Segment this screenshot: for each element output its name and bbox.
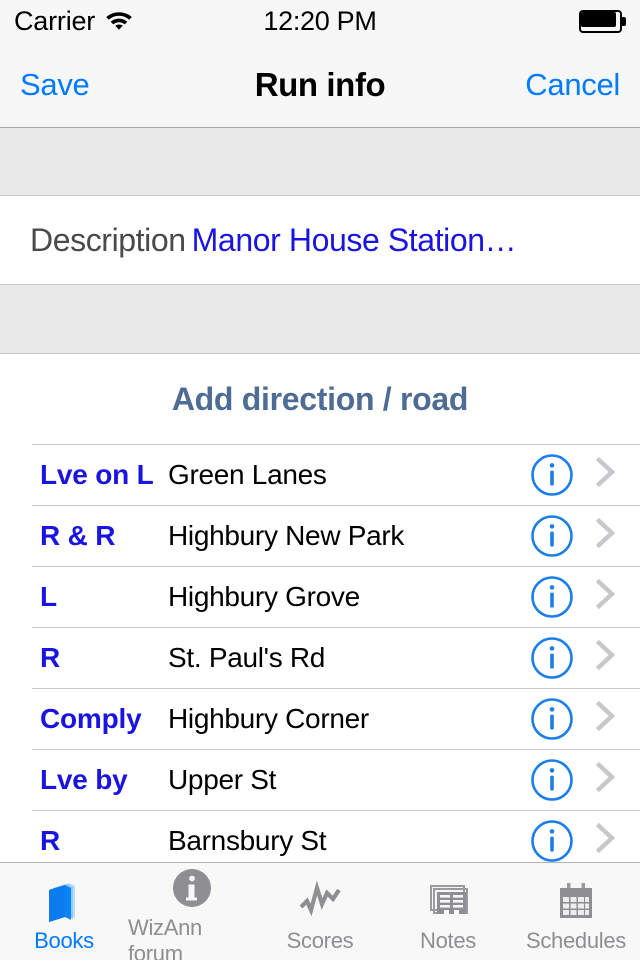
info-circle-icon[interactable] [530, 636, 574, 680]
cancel-button[interactable]: Cancel [525, 67, 620, 103]
tab-scores[interactable]: Scores [256, 863, 384, 960]
table-row[interactable]: R & R Highbury New Park [0, 505, 640, 566]
row-road-name: Green Lanes [168, 458, 327, 490]
chevron-right-icon[interactable] [588, 455, 622, 494]
info-circle-icon[interactable] [530, 453, 574, 497]
row-direction: R [40, 824, 61, 856]
status-bar: Carrier 12:20 PM [0, 0, 640, 42]
info-circle-icon[interactable] [530, 514, 574, 558]
tab-schedules[interactable]: Schedules [512, 863, 640, 960]
table-row[interactable]: Lve by Upper St [0, 749, 640, 810]
info-circle-icon[interactable] [530, 697, 574, 741]
add-direction-road-label: Add direction / road [171, 380, 469, 417]
carrier-label: Carrier [14, 5, 96, 36]
tab-wizann-forum[interactable]: WizAnn forum [128, 863, 256, 960]
zigzag-chart-icon [295, 876, 345, 926]
app-screen: Carrier 12:20 PM Save Run info Cancel De… [0, 0, 640, 960]
tab-label: WizAnn forum [128, 914, 202, 960]
navigation-bar: Save Run info Cancel [0, 42, 640, 128]
info-circle-icon[interactable] [530, 575, 574, 619]
status-bar-left: Carrier [14, 6, 134, 37]
tab-label: Scores [286, 927, 354, 953]
table-row[interactable]: R St. Paul's Rd [0, 627, 640, 688]
section-gap-middle [0, 284, 640, 354]
row-direction: Comply [40, 702, 142, 734]
tab-label: Notes [420, 927, 476, 953]
stacked-notes-icon [423, 876, 473, 926]
row-road-name: Highbury Corner [168, 702, 369, 734]
description-value[interactable]: Manor House Station… [192, 222, 517, 259]
row-direction: R [40, 641, 61, 673]
description-row[interactable]: Description Manor House Station… [0, 196, 640, 284]
row-direction: Lve by [40, 763, 128, 795]
row-road-name: Upper St [168, 763, 277, 795]
add-direction-road-header[interactable]: Add direction / road [0, 354, 640, 444]
info-circle-icon[interactable] [530, 819, 574, 863]
chevron-right-icon[interactable] [588, 821, 622, 860]
row-road-name: Highbury New Park [168, 519, 405, 551]
description-label: Description [30, 221, 186, 258]
tab-notes[interactable]: Notes [384, 863, 512, 960]
info-filled-icon [167, 863, 217, 913]
save-button[interactable]: Save [20, 67, 90, 103]
chevron-right-icon[interactable] [588, 516, 622, 555]
tab-label: Schedules [525, 927, 627, 953]
chevron-right-icon[interactable] [588, 577, 622, 616]
battery-full-icon [579, 9, 626, 33]
chevron-right-icon[interactable] [588, 699, 622, 738]
calendar-icon [551, 876, 601, 926]
chevron-right-icon[interactable] [588, 638, 622, 677]
section-gap-top [0, 128, 640, 196]
row-direction: R & R [40, 519, 116, 551]
tab-label: Books [34, 927, 94, 953]
row-road-name: Highbury Grove [168, 580, 360, 612]
status-bar-right [579, 9, 626, 33]
table-row[interactable]: Lve on L Green Lanes [0, 444, 640, 505]
books-icon [39, 876, 89, 926]
tab-books[interactable]: Books [0, 863, 128, 960]
chevron-right-icon[interactable] [588, 760, 622, 799]
tab-bar: Books WizAnn forum Scores Notes Schedule… [0, 862, 640, 960]
wifi-icon [104, 8, 134, 35]
direction-road-list: Lve on L Green Lanes R & R Highbury New Pa… [0, 444, 640, 871]
table-row[interactable]: L Highbury Grove [0, 566, 640, 627]
row-direction: L [40, 580, 57, 612]
row-direction: Lve on L [40, 458, 154, 490]
table-row[interactable]: Comply Highbury Corner [0, 688, 640, 749]
row-road-name: Barnsbury St [168, 824, 327, 856]
row-road-name: St. Paul's Rd [168, 641, 326, 673]
info-circle-icon[interactable] [530, 758, 574, 802]
